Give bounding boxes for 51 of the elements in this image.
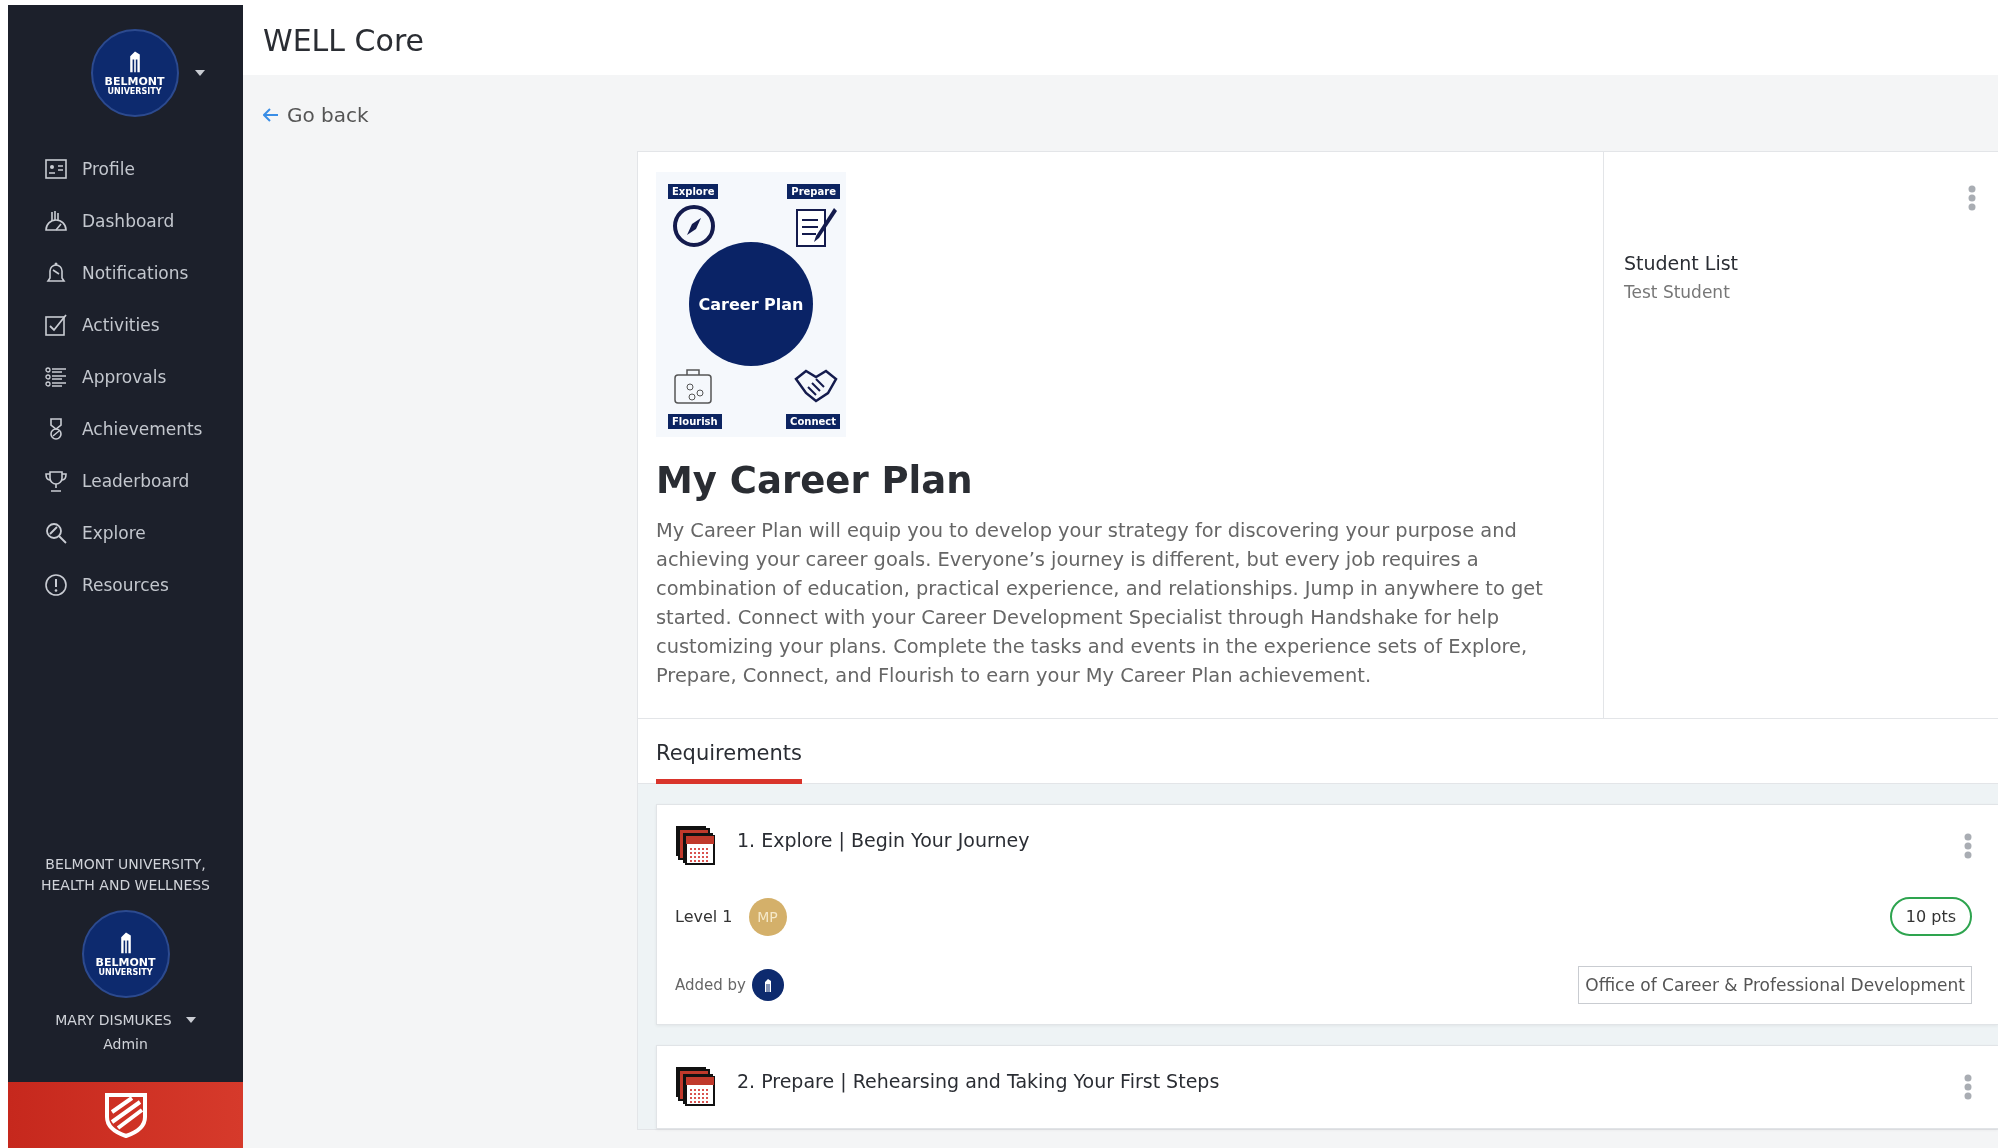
image-label: Connect — [786, 414, 840, 429]
logo-subtitle: UNIVERSITY — [107, 88, 162, 97]
image-label: Flourish — [668, 414, 722, 429]
tower-icon — [762, 978, 773, 992]
info-icon — [44, 573, 68, 597]
nav-item[interactable]: Approvals — [44, 351, 243, 403]
trophy-icon — [44, 469, 68, 493]
gauge-icon — [44, 209, 68, 233]
organization-name: BELMONT UNIVERSITY, HEALTH AND WELLNESS — [40, 855, 211, 895]
nav-item[interactable]: Notifications — [44, 247, 243, 299]
bell-icon — [44, 261, 68, 285]
search-icon — [44, 521, 68, 545]
caret-icon[interactable] — [185, 1017, 196, 1023]
center-circle: Career Plan — [689, 242, 813, 366]
nav-item[interactable]: Explore — [44, 507, 243, 559]
logo-subtitle: UNIVERSITY — [98, 969, 153, 978]
requirement-card[interactable]: 1. Explore | Begin Your Journey Level 1 MP 10 pts Added by Office of Career & Professional Development — [656, 804, 1998, 1025]
page-title: WELL Core — [263, 22, 424, 58]
requirement-card[interactable]: 2. Prepare | Rehearsing and Taking Your First Steps — [656, 1045, 1998, 1129]
checkbox-icon — [44, 313, 68, 337]
image-label: Explore — [668, 184, 719, 199]
university-logo[interactable]: BELMONT UNIVERSITY — [90, 29, 179, 117]
user-name[interactable]: MARY DISMUKES — [55, 1012, 172, 1028]
student-list-heading: Student List — [1624, 252, 1740, 274]
added-by-label: Added by — [675, 976, 746, 994]
shield-icon[interactable] — [103, 1092, 148, 1138]
student-name[interactable]: Test Student — [1624, 282, 1998, 302]
calendar-stack-icon — [675, 825, 717, 867]
initials-avatar: MP — [748, 897, 787, 936]
nav-item[interactable]: Dashboard — [44, 195, 243, 247]
nav-item[interactable]: Leaderboard — [44, 455, 243, 507]
organization-tag: Office of Career & Professional Development — [1578, 966, 1972, 1004]
user-role: Admin — [103, 1036, 148, 1052]
calendar-stack-icon — [675, 1066, 717, 1108]
plan-description: My Career Plan will equip you to develop your strategy for discovering your purpose and achieving your career goals. Everyone’s journey is different, but every job requires a combination of education, practical experience, and relationships. Jump in anywhere to get started. Connect with your Career Development Specialist through Handshake for help customizing your plans. Complete the tasks and events in the experience sets of Explore, Prepare, Connect, and Flourish to earn your My Career Plan achievement. — [656, 518, 1544, 689]
requirement-title[interactable]: 2. Prepare | Rehearsing and Taking Your First Steps — [737, 1066, 1944, 1092]
plan-title: My Career Plan — [656, 459, 974, 502]
id-card-icon — [44, 157, 68, 181]
nav-item[interactable]: Resources — [44, 559, 243, 611]
nav-item[interactable]: Profile — [44, 143, 243, 195]
go-back-link[interactable]: Go back — [263, 103, 369, 127]
nav-item[interactable]: Activities — [44, 299, 243, 351]
back-arrow-icon — [263, 108, 279, 122]
level-label: Level 1 — [675, 907, 733, 926]
points-badge: 10 pts — [1889, 897, 1972, 936]
checklist-icon — [44, 365, 68, 389]
compass-icon — [672, 204, 716, 248]
image-label: Prepare — [787, 184, 840, 199]
caret-icon[interactable] — [194, 70, 205, 76]
requirement-title[interactable]: 1. Explore | Begin Your Journey — [737, 825, 1944, 851]
nav-item[interactable]: Achievements — [44, 403, 243, 455]
